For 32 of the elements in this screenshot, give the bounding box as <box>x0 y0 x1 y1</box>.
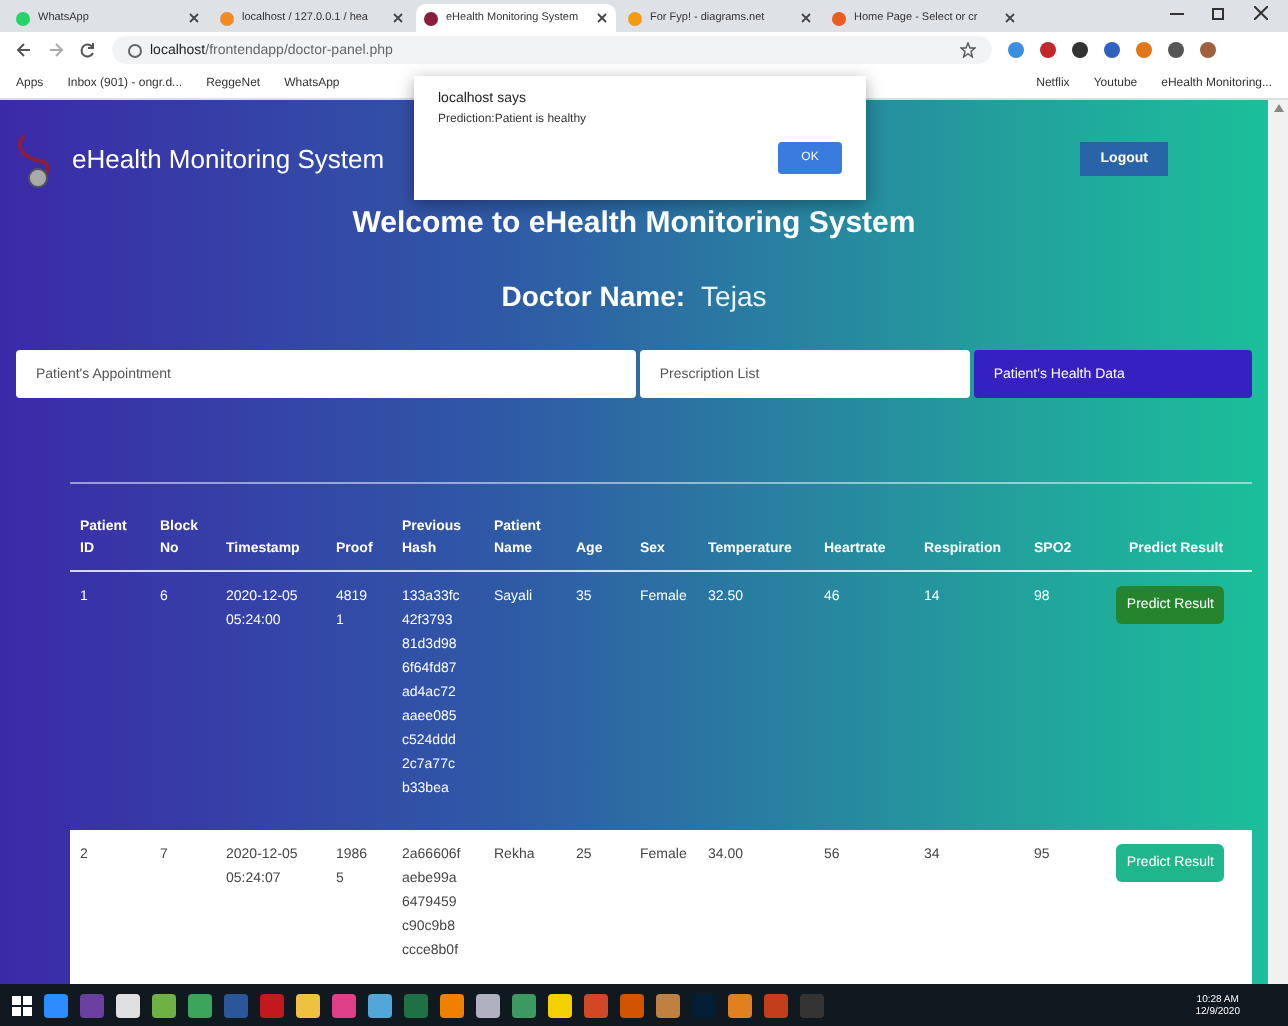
close-icon[interactable] <box>392 12 404 24</box>
close-icon[interactable] <box>1254 6 1268 20</box>
taskbar-app-icon[interactable] <box>440 993 464 1017</box>
tab-favicon-icon <box>832 11 846 25</box>
taskbar-app-icon[interactable] <box>368 993 392 1017</box>
tab-favicon-icon <box>16 11 30 25</box>
star-icon[interactable] <box>960 42 976 58</box>
tab-favicon-icon <box>628 11 642 25</box>
windows-logo-icon[interactable] <box>12 995 32 1015</box>
taskbar-app-icon[interactable] <box>548 993 572 1017</box>
restore-icon[interactable] <box>1212 6 1226 20</box>
taskbar-app-icon[interactable] <box>728 993 752 1017</box>
taskbar-app-icon[interactable] <box>188 993 212 1017</box>
taskbar-app-icon[interactable] <box>152 993 176 1017</box>
taskbar-app-icon[interactable] <box>116 993 140 1017</box>
brand-title: eHealth Monitoring System <box>72 144 385 174</box>
close-icon[interactable] <box>800 12 812 24</box>
welcome-heading: Welcome to eHealth Monitoring System <box>350 206 918 240</box>
doctor-label: Doctor Name: <box>501 280 686 312</box>
doctor-name: Tejas <box>701 280 767 312</box>
taskbar-app-icon[interactable] <box>476 993 500 1017</box>
taskbar-app-icon[interactable] <box>656 993 680 1017</box>
tab-favicon-icon <box>424 11 438 25</box>
taskbar-app-icon[interactable] <box>296 993 320 1017</box>
reload-icon[interactable] <box>80 42 96 58</box>
back-arrow-icon[interactable] <box>16 42 32 58</box>
close-icon[interactable] <box>1004 12 1016 24</box>
tab-favicon-icon <box>220 11 234 25</box>
close-icon[interactable] <box>188 12 200 24</box>
info-icon <box>128 43 142 57</box>
scroll-up-arrow-icon[interactable] <box>1273 104 1283 112</box>
close-icon[interactable] <box>596 12 608 24</box>
